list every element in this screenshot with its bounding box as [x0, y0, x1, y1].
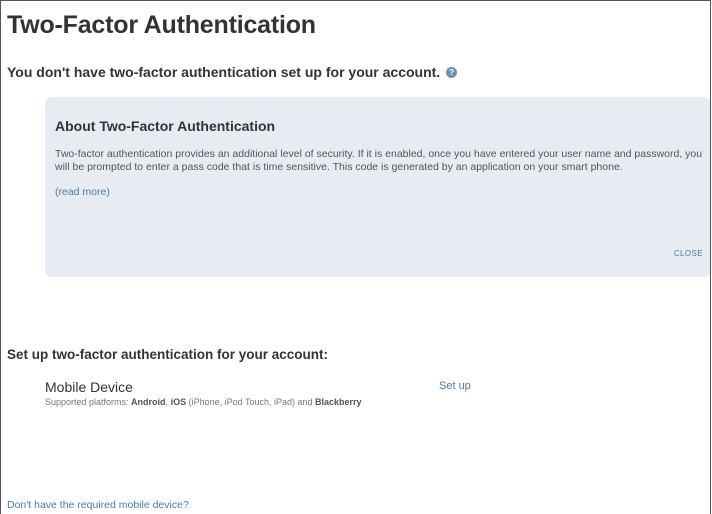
about-panel-description: Two-factor authentication provides an ad… [55, 148, 703, 173]
platforms-prefix: Supported platforms: [45, 397, 132, 407]
two-factor-page: Two-Factor Authentication You don't have… [0, 0, 711, 514]
page-title: Two-Factor Authentication [7, 11, 316, 39]
device-name: Mobile Device [45, 379, 133, 395]
about-panel-title: About Two-Factor Authentication [55, 118, 276, 134]
platform-ios: iOS [170, 397, 187, 407]
read-more-link[interactable]: (read more) [55, 186, 110, 198]
close-panel-button[interactable]: CLOSE [674, 249, 703, 258]
setup-heading: Set up two-factor authentication for you… [7, 347, 329, 362]
mobile-device-option: Mobile Device Supported platforms: Andro… [45, 379, 605, 439]
supported-platforms: Supported platforms: Android, iOS (iPhon… [45, 397, 405, 407]
status-message-text: You don't have two-factor authentication… [7, 64, 441, 80]
platform-blackberry: Blackberry [315, 397, 362, 407]
question-circle-icon[interactable]: ? [446, 66, 458, 78]
platform-android: Android [131, 397, 166, 407]
set-up-mobile-device-link[interactable]: Set up [439, 380, 471, 392]
no-mobile-device-link[interactable]: Don't have the required mobile device? [7, 499, 189, 511]
status-message: You don't have two-factor authentication… [7, 64, 458, 80]
about-two-factor-panel: About Two-Factor Authentication Two-fact… [45, 97, 710, 277]
platform-ios-detail: (iPhone, iPod Touch, iPad) and [186, 397, 315, 407]
